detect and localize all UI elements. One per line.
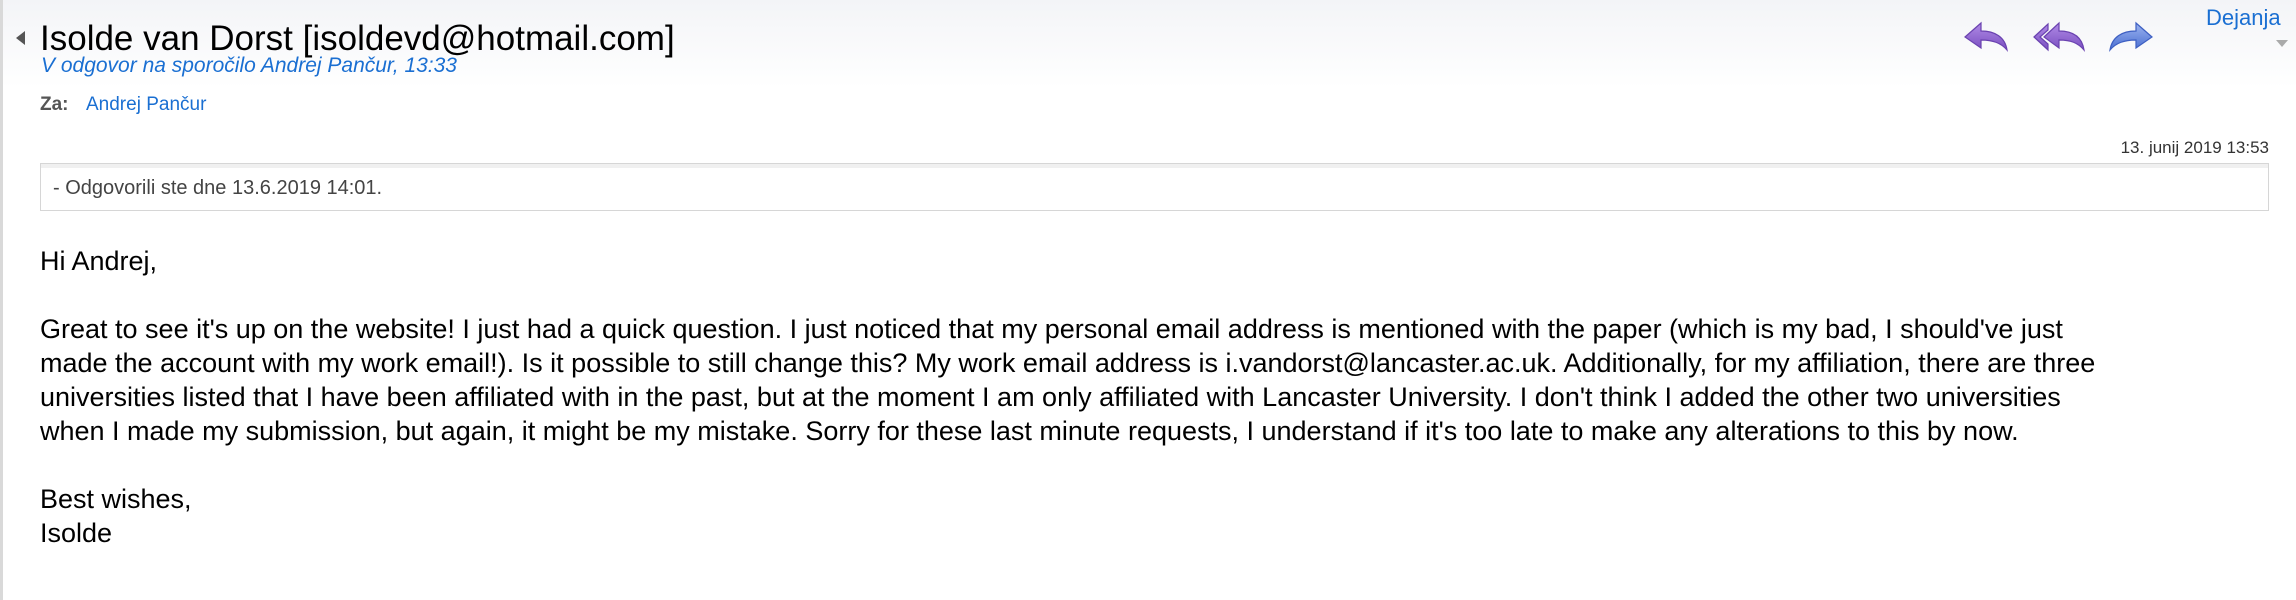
reply-icon[interactable] <box>1963 16 2009 58</box>
body-line: made the account with my work email!). I… <box>40 348 2096 378</box>
recipient-link[interactable]: Andrej Pančur <box>86 92 206 118</box>
actions-menu-button[interactable]: Dejanja <box>2206 4 2281 32</box>
message-date: 13. junij 2019 13:53 <box>2120 138 2269 157</box>
collapse-dash-icon[interactable]: - <box>53 177 65 199</box>
replied-notice: Odgovorili ste dne 13.6.2019 14:01. <box>65 177 383 199</box>
replied-notice-box: - Odgovorili ste dne 13.6.2019 14:01. <box>40 163 2269 211</box>
email-view: Isolde van Dorst [isoldevd@hotmail.com] … <box>0 0 2296 600</box>
body-line: Great to see it's up on the website! I j… <box>40 314 2063 344</box>
chevron-down-icon[interactable] <box>2276 40 2288 47</box>
in-reply-to-link[interactable]: V odgovor na sporočilo Andrej Pančur, 13… <box>41 53 457 79</box>
body-line: universities listed that I have been aff… <box>40 382 2061 412</box>
greeting: Hi Andrej, <box>40 246 158 276</box>
to-label: Za: <box>40 94 69 115</box>
reply-all-icon[interactable] <box>2032 16 2086 58</box>
forward-icon[interactable] <box>2108 16 2154 58</box>
message-body: Hi Andrej, Great to see it's up on the w… <box>40 244 2280 550</box>
closing: Best wishes, <box>40 484 192 514</box>
signature: Isolde <box>40 518 113 548</box>
left-border <box>0 0 3 600</box>
body-line: when I made my submission, but again, it… <box>40 416 2019 446</box>
collapse-triangle-icon[interactable] <box>16 31 25 45</box>
